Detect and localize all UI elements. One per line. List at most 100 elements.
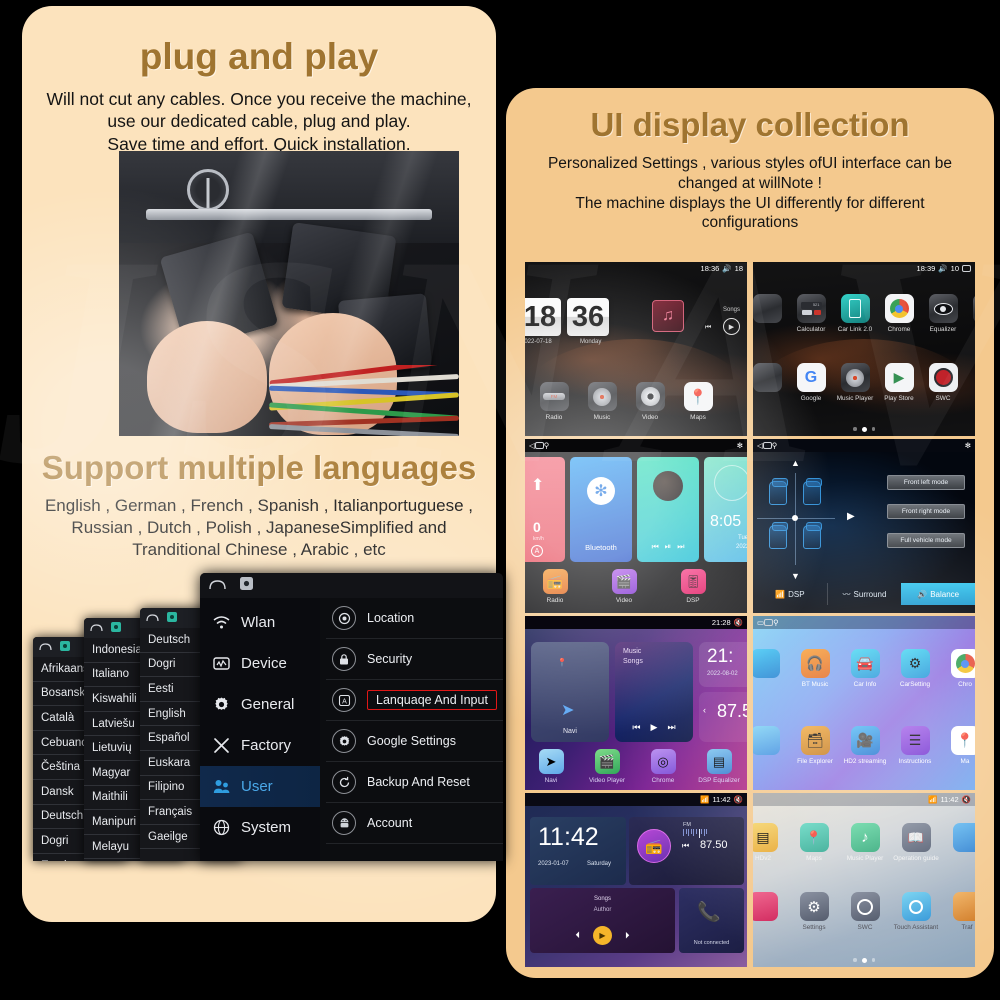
sidebar-item-wlan[interactable]: Wlan <box>200 602 320 643</box>
play-icon[interactable]: ▶ <box>723 318 740 335</box>
settings-icon[interactable] <box>240 576 253 595</box>
dock-item-navi[interactable]: ➤ Navi <box>531 749 571 784</box>
dsp-tabbar[interactable]: 📶 DSP 〰 Surround 🔊 Balance <box>753 583 975 605</box>
apps-row-2[interactable]: ⚙ Settings SWC Touch Assistant Traf <box>753 892 975 931</box>
radio-widget[interactable]: FM ‹ 87.5 MHz <box>699 692 747 742</box>
screenshot-purple-home[interactable]: 21:28 🔇 📍 ➤ Navi Music Songs ⏮ ▶ ⏭ 21: 2… <box>525 616 747 790</box>
dock-item-settings[interactable]: ⚙ Settings <box>742 569 747 604</box>
app-maps[interactable]: 📍 Maps <box>794 823 834 862</box>
settings-row-security[interactable]: Security <box>326 639 503 680</box>
arrow-right-icon[interactable]: ▶ <box>847 511 855 522</box>
prev-station-icon[interactable]: ⏮ <box>682 841 689 851</box>
app-car-setting[interactable]: ⚙ CarSetting <box>895 649 935 688</box>
tile-clock[interactable]: 8:05 Tue 2022 <box>704 457 747 562</box>
settings-icon[interactable] <box>111 619 121 637</box>
dock-item-video[interactable]: 🎬 Video <box>604 569 644 604</box>
app-partial-left-2[interactable] <box>753 363 787 402</box>
app-partial-left[interactable] <box>753 649 785 688</box>
app-settings[interactable]: ⚙ Settings <box>794 892 834 931</box>
app-hdv2[interactable]: ▤ HDv2 <box>753 823 783 862</box>
settings-row-account[interactable]: Account <box>326 803 503 844</box>
clock-widget[interactable]: 18 36 <box>525 298 609 336</box>
app-traffic[interactable]: Traf <box>947 892 975 931</box>
dock-item-radio[interactable]: FM Radio <box>534 382 574 421</box>
tile-music[interactable]: ⏮ ⏯ ⏭ <box>637 457 699 562</box>
home-icon[interactable] <box>534 442 544 449</box>
play-icon[interactable]: ▶ <box>593 926 612 945</box>
sidebar-item-device[interactable]: Device <box>200 643 320 684</box>
apps-row-2[interactable]: 🗃 File Explorer 🎥 HD2 streaming ☰ Instru… <box>753 726 975 765</box>
screenshot-blue-app-drawer[interactable]: ▭ ⚲ 🎧 BT Music 🚘 Car Info ⚙ CarSetting C… <box>753 616 975 790</box>
tile-speed[interactable]: ⬆ 0 km/h A <box>525 457 565 562</box>
home-icon[interactable] <box>146 609 159 627</box>
app-partial-left-2[interactable] <box>753 726 785 765</box>
sidebar-item-factory[interactable]: Factory <box>200 725 320 766</box>
home-icon[interactable] <box>39 638 52 656</box>
app-play-store[interactable]: ▶ Play Store <box>879 363 919 402</box>
dock[interactable]: 📻 Radio 🎬 Video 🎚 DSP ⚙ Settings <box>535 569 747 604</box>
next-track-icon[interactable]: ⏭ <box>677 542 684 552</box>
app-chrome[interactable]: Chro <box>945 649 975 688</box>
app-touch-assistant[interactable]: Touch Assistant <box>894 892 938 931</box>
dock-item-chrome[interactable]: ◎ Chrome <box>643 749 683 784</box>
front-right-mode-button[interactable]: Front right mode <box>887 504 965 519</box>
tab-balance[interactable]: 🔊 Balance <box>901 583 975 605</box>
mode-buttons[interactable]: Front left mode Front right mode Full ve… <box>887 475 965 548</box>
tile-bluetooth[interactable]: ✻ Bluetooth <box>570 457 632 562</box>
phone-widget[interactable]: 📞 Not connected <box>679 888 744 953</box>
dock-item-radio[interactable]: 📻 Radio <box>535 569 575 604</box>
prev-station-icon[interactable]: ‹ <box>703 705 706 715</box>
music-widget[interactable]: Music Songs ⏮ ▶ ⏭ <box>615 642 693 742</box>
dock[interactable]: ➤ Navi 🎬 Video Player ◎ Chrome ▤ DSP Equ… <box>531 749 747 784</box>
home-icon[interactable] <box>764 619 774 626</box>
settings-row-backup-and-reset[interactable]: Backup And Reset <box>326 762 503 803</box>
back-icon[interactable]: ◁ <box>757 441 763 450</box>
page-indicator[interactable] <box>753 958 975 963</box>
app-swc[interactable]: SWC <box>845 892 885 931</box>
arrow-down-icon[interactable]: ▼ <box>791 571 800 581</box>
clock-widget[interactable]: 21: 2022-08-02 <box>699 642 747 687</box>
app-equalizer[interactable]: Equalizer <box>923 294 963 333</box>
front-left-mode-button[interactable]: Front left mode <box>887 475 965 490</box>
play-icon[interactable]: ▶ <box>651 722 658 733</box>
music-widget[interactable]: Songs Author ⏴ ▶ ⏵ <box>530 888 675 953</box>
apps-row-1[interactable]: 🎧 BT Music 🚘 Car Info ⚙ CarSetting Chro <box>753 649 975 688</box>
app-swc[interactable]: SWC <box>923 363 963 402</box>
arrow-up-icon[interactable]: ▲ <box>791 458 800 468</box>
app-instructions[interactable]: ☰ Instructions <box>895 726 935 765</box>
settings-window[interactable]: Wlan Device General Factory User System … <box>200 573 503 861</box>
app-partial-left[interactable] <box>753 892 783 931</box>
apps-row-1[interactable]: 521 Calculator Car Link 2.0 Chrome Equal… <box>753 294 975 333</box>
prev-track-icon[interactable]: ⏮ <box>705 324 711 332</box>
home-icon[interactable] <box>209 577 226 595</box>
settings-row-location[interactable]: Location <box>326 598 503 639</box>
app-operation-guide[interactable]: 📖 Operation guide <box>893 823 939 862</box>
full-vehicle-mode-button[interactable]: Full vehicle mode <box>887 533 965 548</box>
tab-surround[interactable]: 〰 Surround <box>826 583 902 605</box>
screenshot-dark-clock-home[interactable]: 18:36 🔊 18 18 36 2022-07-18 Monday ♫ Son… <box>525 262 747 436</box>
tab-dsp[interactable]: 📶 DSP <box>753 583 827 605</box>
dock-item-video-player[interactable]: 🎬 Video Player <box>587 749 627 784</box>
next-track-icon[interactable]: ⏵ <box>625 930 630 941</box>
app-hd2-streaming[interactable]: 🎥 HD2 streaming <box>844 726 886 765</box>
sidebar-item-user[interactable]: User <box>200 766 320 807</box>
prev-track-icon[interactable]: ⏴ <box>575 930 580 941</box>
screenshot-colour-tile-home[interactable]: ◁ ⚲ ✻ ⬆ 0 km/h A ✻ Bluetooth ⏮ ⏯ ⏭ 8:05 … <box>525 439 747 613</box>
sidebar-item-general[interactable]: General <box>200 684 320 725</box>
settings-row-label[interactable]: Lanquaqe And Input <box>367 690 497 710</box>
screenshot-widget-home[interactable]: 📶 11:42 🔇 11:42 2023-01-07 Saturday 📻 FM <box>525 793 747 967</box>
home-icon[interactable] <box>762 442 772 449</box>
dock-item-dsp[interactable]: 🎚 DSP <box>673 569 713 604</box>
app-car-link[interactable]: Car Link 2.0 <box>835 294 875 333</box>
apps-row-2[interactable]: G Google Music Player ▶ Play Store SWC <box>753 363 963 402</box>
home-icon[interactable] <box>90 619 103 637</box>
app-file-explorer[interactable]: 🗃 File Explorer <box>795 726 835 765</box>
app-calculator[interactable]: 521 Calculator <box>791 294 831 333</box>
dock-item-video[interactable]: Video <box>630 382 670 421</box>
app-partial-left[interactable] <box>753 294 787 333</box>
clock-widget[interactable]: 11:42 2023-01-07 Saturday <box>530 817 626 885</box>
settings-icon[interactable] <box>167 609 177 627</box>
apps-row-1[interactable]: ▤ HDv2 📍 Maps ♪ Music Player 📖 Operation… <box>753 823 975 862</box>
sidebar-item-system[interactable]: System <box>200 807 320 848</box>
screenshot-light-app-drawer[interactable]: 📶 11:42 🔇 ▤ HDv2 📍 Maps ♪ Music Player 📖… <box>753 793 975 967</box>
